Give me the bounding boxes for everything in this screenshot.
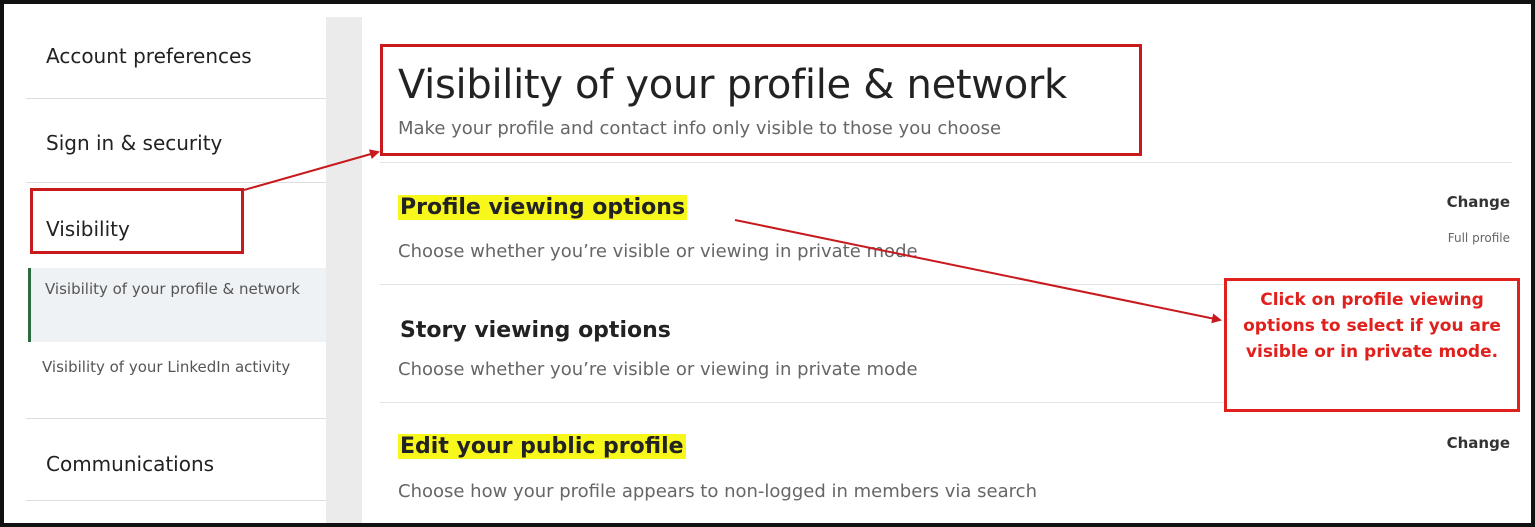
instruction-callout: Click on profile viewing options to sele… — [1224, 278, 1520, 412]
arrow-to-title — [243, 149, 380, 191]
annotation-arrows — [243, 149, 1222, 324]
arrow-to-callout — [734, 219, 1222, 324]
